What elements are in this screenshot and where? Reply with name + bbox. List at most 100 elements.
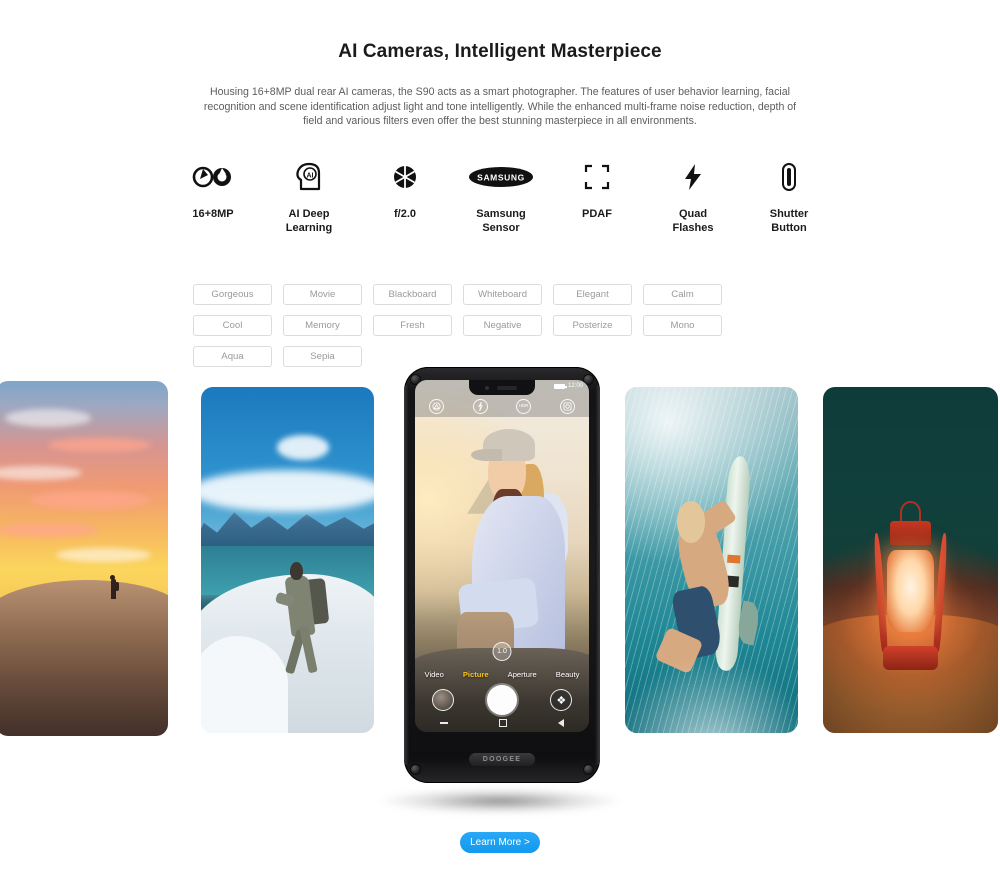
lantern [872, 501, 949, 670]
person-silhouette [110, 575, 120, 600]
home-button[interactable] [498, 719, 507, 727]
filter-chip[interactable]: Aqua [193, 346, 272, 367]
cap [471, 429, 536, 461]
camera-mode-aperture[interactable]: Aperture [508, 670, 537, 679]
shutter-button-icon [741, 160, 837, 194]
product-feature-page: AI Cameras, Intelligent Masterpiece Hous… [0, 0, 1000, 870]
feature-label: Samsung Sensor [476, 208, 526, 234]
filter-chip[interactable]: Blackboard [373, 284, 452, 305]
flash-icon[interactable] [472, 398, 488, 414]
feature-item-samsung-sensor: SAMSUNG Samsung Sensor [453, 160, 549, 235]
leg [299, 625, 318, 674]
cloud-band [201, 470, 374, 512]
battery-full-icon [553, 383, 567, 389]
zoom-level-indicator[interactable]: 1.0 [492, 642, 512, 661]
lantern-base [882, 646, 939, 670]
feature-item-ai-deep-learning: AI AI Deep Learning [261, 160, 357, 235]
feature-item-pdaf: PDAF [549, 160, 645, 221]
underwater-surfer-photo [625, 387, 798, 733]
hiker-figure [270, 557, 339, 682]
lantern-globe [886, 550, 934, 632]
phone-side-rail [595, 383, 600, 767]
page-title: AI Cameras, Intelligent Masterpiece [338, 41, 662, 62]
head [676, 501, 705, 543]
hdr-icon[interactable]: HDR [516, 398, 532, 414]
back-button[interactable] [557, 719, 564, 727]
phone-side-rail [404, 383, 409, 767]
feature-icon-row: 16+8MP AI AI Deep Learning f/2.0 SAMSUNG… [165, 160, 837, 235]
filter-chip[interactable]: Movie [283, 284, 362, 305]
page-description: Housing 16+8MP dual rear AI cameras, the… [203, 86, 797, 128]
android-navigation-bar [415, 714, 589, 732]
camera-mode-picture[interactable]: Picture [463, 670, 489, 679]
doogee-brand-logo: DOOGEE [469, 752, 535, 766]
filter-chip-grid: Gorgeous Movie Blackboard Whiteboard Ele… [193, 284, 807, 367]
cloud [56, 547, 151, 563]
feature-item-aperture: f/2.0 [357, 160, 453, 221]
feature-item-quad-flashes: Quad Flashes [645, 160, 741, 235]
cloud [30, 491, 151, 509]
svg-text:AI: AI [307, 173, 314, 180]
lantern-frame [872, 532, 889, 653]
feature-label: Shutter Button [769, 208, 809, 234]
lantern-frame [932, 532, 949, 653]
filter-chip[interactable]: Fresh [373, 315, 452, 336]
learn-more-button[interactable]: Learn More > [460, 832, 540, 853]
filter-chip[interactable]: Sepia [283, 346, 362, 367]
ai-head-icon: AI [261, 160, 357, 194]
phone-screen: 12:00 HDR 1.0 Video Picture Aperture Bea… [415, 380, 589, 732]
filter-chip[interactable]: Posterize [553, 315, 632, 336]
volume-button[interactable] [598, 475, 600, 510]
filter-chip[interactable]: Negative [463, 315, 542, 336]
feature-item-megapixels: 16+8MP [165, 160, 261, 221]
filter-chip[interactable]: Cool [193, 315, 272, 336]
feature-item-shutter-button: Shutter Button [741, 160, 837, 235]
recents-button[interactable] [440, 722, 449, 724]
dual-aperture-icon [165, 160, 261, 194]
status-bar-right: 12:00 [553, 383, 583, 389]
filter-chip[interactable]: Gorgeous [193, 284, 272, 305]
cloud [47, 437, 151, 452]
samsung-logo-icon: SAMSUNG [453, 160, 549, 194]
shutter-button[interactable] [486, 685, 517, 715]
lantern-cap [889, 521, 932, 545]
sand-dune [0, 579, 168, 736]
phone-device: 12:00 HDR 1.0 Video Picture Aperture Bea… [404, 367, 600, 783]
aperture-icon [357, 160, 453, 194]
power-button[interactable] [598, 550, 600, 573]
feature-label: AI Deep Learning [285, 208, 333, 234]
earpiece-speaker [497, 386, 517, 390]
front-camera-icon [485, 386, 489, 390]
hdr-scene-icon[interactable] [429, 398, 445, 414]
filter-chip[interactable]: Calm [643, 284, 722, 305]
feature-label: f/2.0 [393, 208, 416, 220]
filter-chip[interactable]: Mono [643, 315, 722, 336]
settings-camera-icon[interactable] [559, 398, 575, 414]
cloud [277, 435, 329, 460]
camera-mode-selector: Video Picture Aperture Beauty [415, 667, 589, 681]
head [289, 561, 303, 581]
filter-switch-button[interactable]: ❖ [550, 689, 573, 711]
filter-chip[interactable]: Elegant [553, 284, 632, 305]
mountain-hiker-photo [201, 387, 374, 733]
camera-top-controls: HDR [415, 395, 589, 417]
camera-mode-beauty[interactable]: Beauty [556, 670, 580, 679]
status-time: 12:00 [567, 383, 583, 389]
svg-text:SAMSUNG: SAMSUNG [477, 173, 525, 183]
red-lantern-photo [823, 387, 998, 733]
filter-chip[interactable]: Memory [283, 315, 362, 336]
feature-label: 16+8MP [192, 208, 234, 220]
sea-foam [625, 656, 798, 733]
feature-label: PDAF [582, 208, 612, 220]
desert-sunset-photo [0, 381, 168, 736]
cloud [4, 409, 91, 428]
gallery-thumbnail-button[interactable] [431, 689, 454, 711]
focus-brackets-icon [549, 160, 645, 194]
camera-mode-video[interactable]: Video [425, 670, 444, 679]
display-notch [469, 380, 535, 395]
camera-bottom-controls: ❖ [415, 683, 589, 717]
filter-chip[interactable]: Whiteboard [463, 284, 542, 305]
lightning-bolt-icon [645, 160, 741, 194]
feature-label: Quad Flashes [672, 208, 714, 234]
phone-chin: DOOGEE [404, 735, 600, 783]
